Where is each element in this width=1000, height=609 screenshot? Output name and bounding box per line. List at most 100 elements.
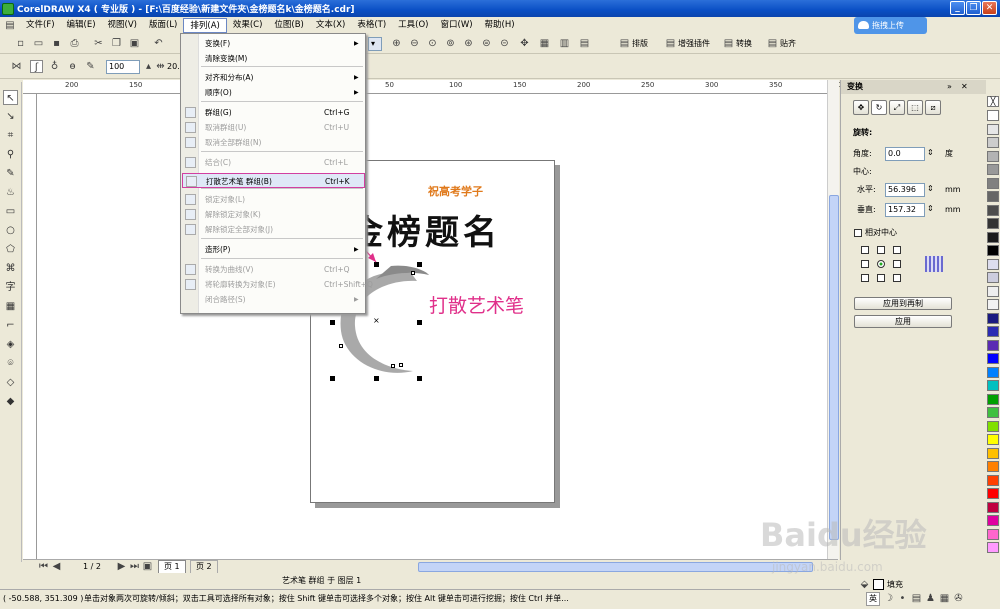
horizontal-input[interactable]: 56.396 bbox=[885, 183, 925, 197]
rectangle-tool-icon[interactable]: ▭ bbox=[3, 204, 18, 219]
dimension-tool-icon[interactable]: ⌐ bbox=[3, 318, 18, 333]
shape-tool-icon[interactable]: ↘ bbox=[3, 109, 18, 124]
upload-button[interactable]: 拖拽上传 bbox=[854, 17, 927, 34]
print-icon[interactable]: ⎙ bbox=[68, 37, 81, 50]
node-handle[interactable] bbox=[399, 363, 403, 367]
rotate-icon[interactable]: ↻ bbox=[871, 100, 887, 115]
smoothing-input[interactable]: 100 bbox=[106, 60, 140, 74]
node-handle[interactable] bbox=[339, 344, 343, 348]
close-button[interactable]: ✕ bbox=[982, 1, 997, 15]
crop-tool-icon[interactable]: ⌗ bbox=[3, 128, 18, 143]
color-swatch[interactable] bbox=[987, 218, 999, 229]
color-swatch[interactable] bbox=[987, 366, 999, 378]
scale-icon[interactable]: ⤢ bbox=[889, 100, 905, 115]
color-swatch[interactable] bbox=[987, 231, 999, 243]
menu-arrange[interactable]: 排列(A) bbox=[183, 18, 227, 33]
width-icon[interactable]: ⇹ bbox=[154, 60, 167, 73]
menu-item-convert-to-curves[interactable]: 转换为曲线(V) Ctrl+Q bbox=[182, 262, 365, 277]
color-swatch[interactable] bbox=[987, 285, 999, 297]
selection-handle[interactable] bbox=[374, 376, 379, 381]
color-swatch[interactable] bbox=[987, 299, 999, 310]
menu-effects[interactable]: 效果(C) bbox=[227, 18, 269, 33]
anchor-tr[interactable] bbox=[893, 246, 901, 254]
grid-icon[interactable]: ▦ bbox=[538, 37, 551, 50]
relative-center-checkbox[interactable] bbox=[854, 229, 862, 237]
polygon-tool-icon[interactable]: ⬠ bbox=[3, 242, 18, 257]
table-tool-icon[interactable]: ▦ bbox=[3, 299, 18, 314]
angle-input[interactable]: 0.0 bbox=[885, 147, 925, 161]
menu-item-combine[interactable]: 结合(C) Ctrl+L bbox=[182, 155, 365, 170]
typeset-button[interactable]: 排版 bbox=[632, 38, 648, 50]
first-page-icon[interactable]: ⏮ bbox=[37, 560, 50, 573]
menu-item-order[interactable]: 顺序(O) ▶ bbox=[182, 85, 365, 100]
sprayer-icon[interactable]: ♁ bbox=[48, 60, 61, 73]
restore-button[interactable]: ❐ bbox=[966, 1, 981, 15]
docker-expand-icon[interactable]: » bbox=[947, 81, 952, 93]
grid-small-icon[interactable]: ▦ bbox=[938, 592, 951, 605]
color-swatch[interactable] bbox=[987, 258, 999, 270]
color-swatch[interactable] bbox=[987, 204, 999, 216]
cut-icon[interactable]: ✂ bbox=[92, 37, 105, 50]
no-color-icon[interactable]: ╳ bbox=[987, 96, 999, 107]
menu-window[interactable]: 窗口(W) bbox=[435, 18, 479, 33]
convert-button[interactable]: 转换 bbox=[736, 38, 752, 50]
eyedropper-icon[interactable]: ⌾ bbox=[3, 356, 18, 371]
brush-icon[interactable]: ʃ bbox=[30, 60, 43, 73]
color-swatch[interactable] bbox=[987, 434, 999, 445]
color-swatch[interactable] bbox=[987, 339, 999, 351]
blend-tool-icon[interactable]: ◈ bbox=[3, 337, 18, 352]
snap-to-icon[interactable]: ▤ bbox=[766, 37, 779, 50]
selection-handle[interactable] bbox=[417, 376, 422, 381]
color-swatch[interactable] bbox=[987, 150, 999, 162]
smart-fill-icon[interactable]: ♨ bbox=[3, 185, 18, 200]
zoom-out-icon[interactable]: ⊖ bbox=[408, 37, 421, 50]
vertical-input[interactable]: 157.32 bbox=[885, 203, 925, 217]
last-page-icon[interactable]: ⏭ bbox=[128, 560, 141, 573]
guides-icon[interactable]: ▥ bbox=[558, 37, 571, 50]
menu-item-close-path[interactable]: 闭合路径(S) ▶ bbox=[182, 292, 365, 307]
wrench-icon[interactable]: ✇ bbox=[952, 592, 965, 605]
zoom-selected-icon[interactable]: ⊙ bbox=[426, 37, 439, 50]
pick-tool-icon[interactable]: ↖ bbox=[3, 90, 18, 105]
menu-bitmaps[interactable]: 位图(B) bbox=[268, 18, 309, 33]
anchor-tc[interactable] bbox=[877, 246, 885, 254]
menu-item-convert-outline[interactable]: 将轮廓转换为对象(E) Ctrl+Shift+Q bbox=[182, 277, 373, 292]
zoom-height-icon[interactable]: ⊝ bbox=[498, 37, 511, 50]
color-swatch[interactable] bbox=[987, 474, 999, 486]
color-swatch[interactable] bbox=[987, 123, 999, 135]
convert-icon[interactable]: ▤ bbox=[722, 37, 735, 50]
menu-item-group[interactable]: 群组(G) Ctrl+G bbox=[182, 105, 365, 120]
minimize-button[interactable]: _ bbox=[950, 1, 965, 15]
open-icon[interactable]: ▭ bbox=[32, 37, 45, 50]
menu-text[interactable]: 文本(X) bbox=[310, 18, 351, 33]
snap-to-button[interactable]: 贴齐 bbox=[780, 38, 796, 50]
menu-view[interactable]: 视图(V) bbox=[102, 18, 143, 33]
anchor-br[interactable] bbox=[893, 274, 901, 282]
anchor-bc[interactable] bbox=[877, 274, 885, 282]
page-tab-2[interactable]: 页 2 bbox=[190, 560, 218, 574]
width-value[interactable]: 20. bbox=[167, 61, 180, 73]
fill-tool-icon[interactable]: ◆ bbox=[3, 394, 18, 409]
add-page-icon[interactable]: ▣ bbox=[141, 560, 154, 573]
anchor-center[interactable] bbox=[877, 260, 885, 268]
color-swatch[interactable] bbox=[987, 245, 999, 256]
moon-icon[interactable]: ☽ bbox=[882, 592, 895, 605]
vertical-scrollbar[interactable] bbox=[827, 80, 839, 560]
skew-icon[interactable]: ⧄ bbox=[925, 100, 941, 115]
apply-button[interactable]: 应用 bbox=[854, 315, 952, 328]
selection-handle[interactable] bbox=[330, 320, 335, 325]
menu-item-lock-object[interactable]: 锁定对象(L) bbox=[182, 192, 365, 207]
menu-tools[interactable]: 工具(O) bbox=[392, 18, 434, 33]
basic-shapes-icon[interactable]: ⌘ bbox=[3, 261, 18, 276]
outline-tool-icon[interactable]: ◇ bbox=[3, 375, 18, 390]
color-swatch[interactable] bbox=[987, 312, 999, 324]
pressure-icon[interactable]: ✎ bbox=[84, 60, 97, 73]
color-swatch[interactable] bbox=[987, 353, 999, 364]
color-swatch[interactable] bbox=[987, 137, 999, 148]
preset-icon[interactable]: ⋈ bbox=[10, 60, 23, 73]
plugin-button[interactable]: 增强插件 bbox=[678, 38, 710, 50]
zoom-width-icon[interactable]: ⊜ bbox=[480, 37, 493, 50]
ime-indicator[interactable]: 英 bbox=[866, 592, 880, 606]
color-swatch[interactable] bbox=[987, 326, 999, 337]
zoom-page-icon[interactable]: ⊛ bbox=[462, 37, 475, 50]
